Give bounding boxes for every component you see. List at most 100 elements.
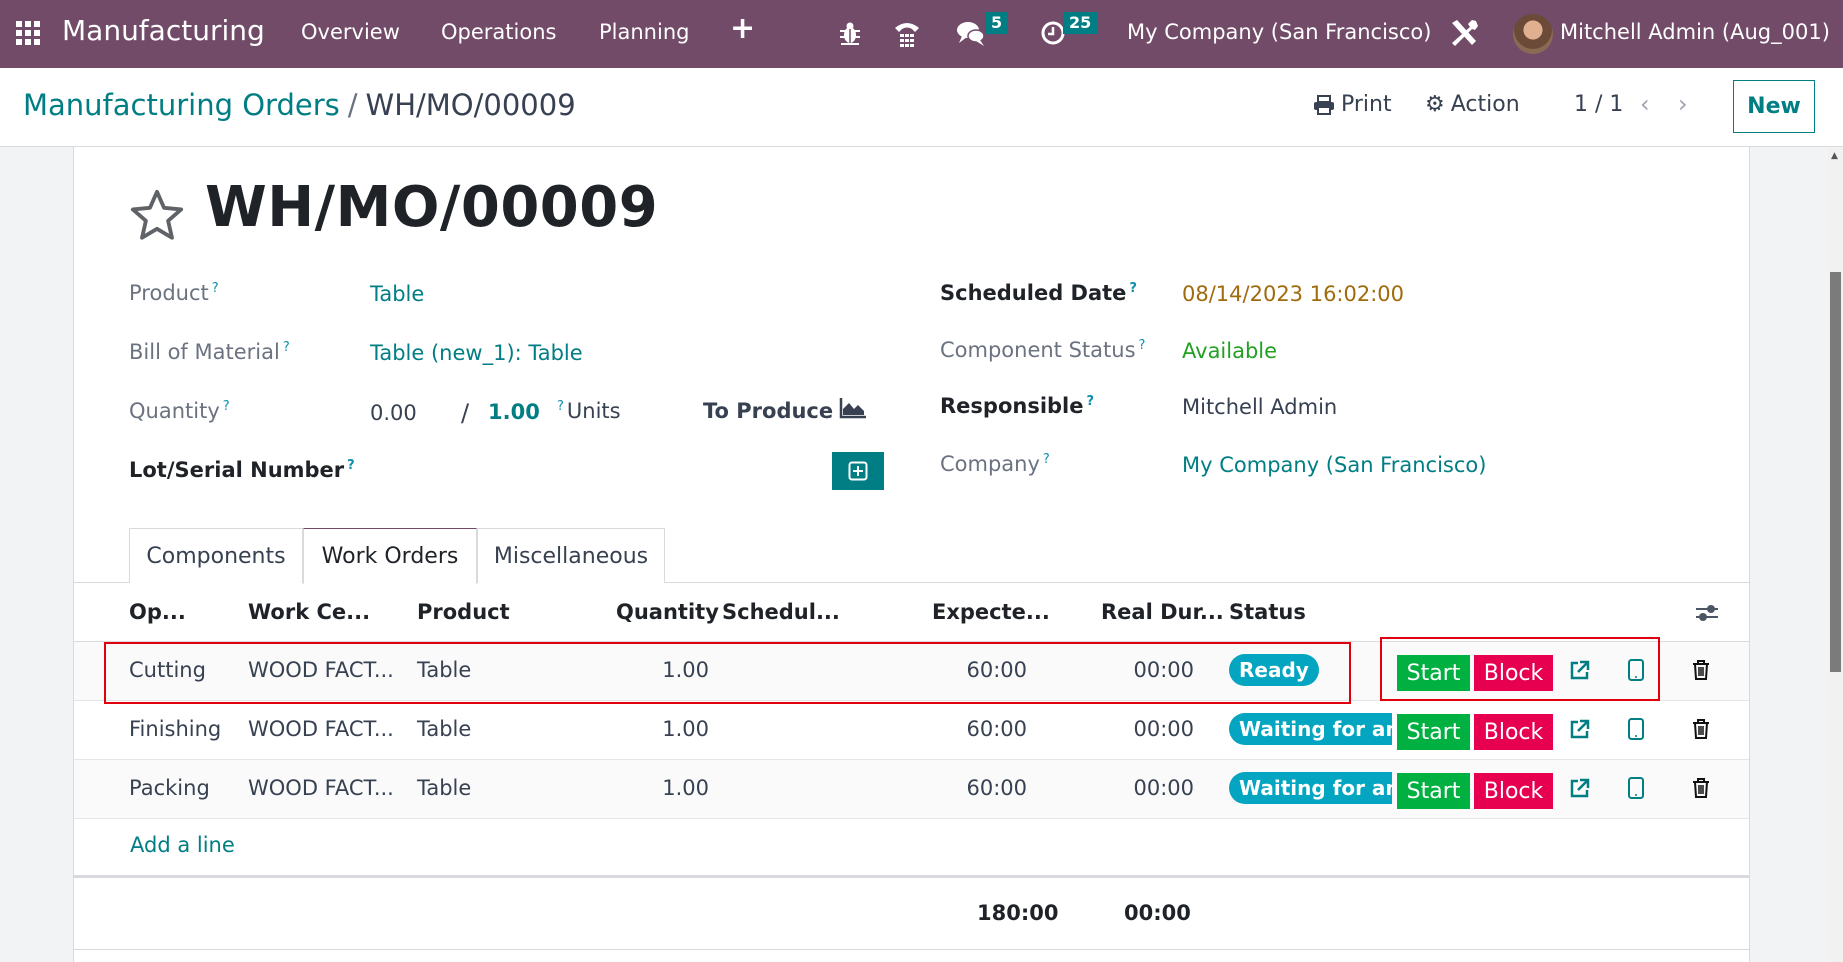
product-field[interactable]: Table — [370, 282, 424, 306]
scrollbar-thumb[interactable] — [1830, 272, 1841, 672]
open-external-icon[interactable] — [1568, 717, 1592, 741]
trash-icon[interactable] — [1689, 717, 1713, 741]
cell-expected: 60:00 — [966, 776, 1027, 800]
table-footer-end — [74, 949, 1749, 950]
trash-icon[interactable] — [1689, 776, 1713, 800]
trash-icon[interactable] — [1689, 658, 1713, 682]
bug-icon[interactable] — [838, 20, 862, 46]
action-button[interactable]: ⚙ Action — [1425, 92, 1520, 117]
table-row[interactable]: Packing WOOD FACT... Table 1.00 60:00 00… — [74, 760, 1749, 819]
column-product[interactable]: Product — [417, 600, 510, 624]
tab-miscellaneous[interactable]: Miscellaneous — [477, 528, 665, 583]
notebook-tabs: Components Work Orders Miscellaneous — [74, 528, 1749, 584]
app-menu-grid-icon[interactable] — [16, 21, 40, 45]
cell-quantity: 1.00 — [662, 776, 709, 800]
bom-field[interactable]: Table (new_1): Table — [370, 341, 583, 365]
print-icon — [1314, 94, 1334, 115]
breadcrumb-manufacturing-orders[interactable]: Manufacturing Orders — [23, 88, 340, 122]
help-icon[interactable]: ? — [1043, 452, 1050, 467]
pager-next-icon[interactable]: › — [1678, 90, 1688, 118]
lot-serial-label: Lot/Serial Number? — [129, 458, 355, 482]
block-button[interactable]: Block — [1474, 773, 1553, 809]
product-label: Product? — [129, 281, 219, 305]
quantity-total-field[interactable]: 1.00 — [488, 400, 540, 424]
column-expected-duration[interactable]: Expecte... — [932, 600, 1050, 624]
cell-expected: 60:00 — [966, 658, 1027, 682]
help-icon[interactable]: ? — [1129, 281, 1137, 296]
user-avatar[interactable] — [1513, 14, 1553, 54]
tablet-icon[interactable] — [1624, 717, 1648, 741]
app-name[interactable]: Manufacturing — [62, 14, 265, 47]
optional-columns-toggle-icon[interactable] — [1695, 602, 1719, 624]
cell-operation: Finishing — [129, 717, 222, 741]
breadcrumb: Manufacturing Orders / WH/MO/00009 — [23, 88, 576, 122]
responsible-field[interactable]: Mitchell Admin — [1182, 395, 1337, 419]
total-real-duration: 00:00 — [1124, 901, 1191, 925]
user-menu[interactable]: Mitchell Admin (Aug_001) — [1560, 20, 1830, 44]
bom-label: Bill of Material? — [129, 340, 290, 364]
tab-work-orders[interactable]: Work Orders — [303, 528, 477, 584]
table-row[interactable]: Cutting WOOD FACT... Table 1.00 60:00 00… — [74, 642, 1749, 701]
column-real-duration[interactable]: Real Dur... — [1101, 600, 1224, 624]
open-external-icon[interactable] — [1568, 658, 1592, 682]
cell-work-center: WOOD FACT... — [248, 776, 394, 800]
open-external-icon[interactable] — [1568, 776, 1592, 800]
company-switcher[interactable]: My Company (San Francisco) — [1127, 20, 1431, 44]
status-badge: Ready — [1229, 654, 1319, 686]
column-quantity[interactable]: Quantity — [616, 600, 719, 624]
quantity-uom: ? Units — [557, 399, 621, 423]
start-button[interactable]: Start — [1397, 773, 1470, 809]
help-icon[interactable]: ? — [1139, 338, 1146, 353]
pager-value[interactable]: 1 / 1 — [1574, 92, 1623, 117]
area-chart-icon[interactable] — [839, 397, 867, 419]
cell-quantity: 1.00 — [662, 717, 709, 741]
start-button[interactable]: Start — [1397, 714, 1470, 750]
quantity-produced-field[interactable]: 0.00 — [370, 401, 417, 425]
page-scrollbar[interactable]: ▲ — [1828, 147, 1843, 962]
scroll-up-arrow-icon[interactable]: ▲ — [1831, 151, 1838, 161]
company-label: Company? — [940, 452, 1050, 476]
tablet-icon[interactable] — [1624, 658, 1648, 682]
pager-previous-icon[interactable]: ‹ — [1640, 90, 1650, 118]
quantity-label: Quantity? — [129, 399, 230, 423]
help-icon[interactable]: ? — [557, 399, 564, 414]
plus-icon[interactable]: + — [730, 14, 755, 44]
menu-overview[interactable]: Overview — [301, 20, 400, 44]
voip-phone-icon[interactable] — [893, 18, 921, 48]
block-button[interactable]: Block — [1474, 714, 1553, 750]
responsible-label: Responsible? — [940, 394, 1095, 418]
column-operation[interactable]: Op... — [129, 600, 186, 624]
tablet-icon[interactable] — [1624, 776, 1648, 800]
generate-lot-button[interactable] — [832, 452, 884, 490]
menu-operations[interactable]: Operations — [441, 20, 556, 44]
scheduled-date-field[interactable]: 08/14/2023 16:02:00 — [1182, 282, 1404, 306]
favorite-star-icon[interactable] — [128, 187, 186, 245]
messages-icon[interactable] — [956, 19, 986, 47]
scheduled-date-label: Scheduled Date? — [940, 281, 1137, 305]
cell-operation: Cutting — [129, 658, 206, 682]
new-button[interactable]: New — [1733, 80, 1815, 133]
block-button[interactable]: Block — [1474, 655, 1553, 691]
breadcrumb-separator: / — [347, 88, 358, 122]
column-status[interactable]: Status — [1229, 600, 1306, 624]
column-scheduled[interactable]: Schedul... — [722, 600, 840, 624]
quantity-separator: / — [461, 399, 470, 427]
start-button[interactable]: Start — [1397, 655, 1470, 691]
company-field[interactable]: My Company (San Francisco) — [1182, 453, 1486, 477]
to-produce-label: To Produce — [703, 399, 834, 423]
help-icon[interactable]: ? — [212, 281, 219, 296]
help-icon[interactable]: ? — [347, 458, 355, 473]
cell-expected: 60:00 — [966, 717, 1027, 741]
tab-components[interactable]: Components — [129, 528, 303, 583]
help-icon[interactable]: ? — [1087, 394, 1095, 409]
table-footer-divider — [74, 875, 1749, 878]
help-icon[interactable]: ? — [223, 399, 230, 414]
menu-planning[interactable]: Planning — [599, 20, 689, 44]
print-button[interactable]: Print — [1313, 92, 1392, 117]
column-work-center[interactable]: Work Ce... — [248, 600, 370, 624]
settings-tools-icon[interactable] — [1448, 17, 1480, 49]
help-icon[interactable]: ? — [283, 340, 290, 355]
table-row[interactable]: Finishing WOOD FACT... Table 1.00 60:00 … — [74, 701, 1749, 760]
add-a-line-link[interactable]: Add a line — [130, 833, 235, 857]
action-label: Action — [1450, 92, 1520, 117]
